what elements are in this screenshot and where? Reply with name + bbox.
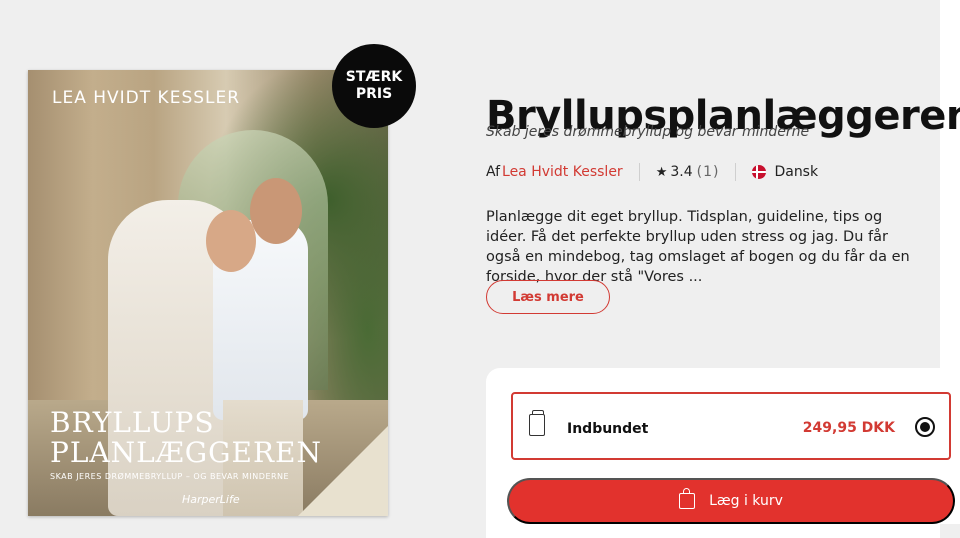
product-description: Planlægge dit eget bryllup. Tidsplan, gu… — [486, 209, 910, 285]
format-price: 249,95 DKK — [802, 420, 895, 436]
meta-divider — [735, 163, 737, 181]
cover-author: LEA HVIDT KESSLER — [52, 88, 241, 108]
cover-publisher-logo: HarperLife — [182, 493, 240, 506]
cover-groom-head — [250, 178, 302, 244]
language-label: Dansk — [774, 164, 819, 180]
danish-flag-icon — [752, 165, 767, 179]
rating-value[interactable]: 3.4 — [670, 164, 692, 180]
rating-count[interactable]: (1) — [697, 164, 720, 180]
book-cover-image: LEA HVIDT KESSLER BRYLLUPS PLANLÆGGEREN … — [28, 70, 388, 516]
product-subtitle: Skab jeres drømmebryllup og bevar minder… — [486, 124, 810, 140]
star-icon: ★ — [655, 164, 668, 180]
format-option-hardcover[interactable]: Indbundet 249,95 DKK — [511, 392, 951, 460]
add-to-cart-button[interactable]: Læg i kurv — [507, 478, 955, 524]
by-label: Af — [486, 164, 501, 180]
strong-price-badge: STÆRK PRIS — [332, 44, 416, 128]
meta-divider — [638, 163, 640, 181]
badge-line1: STÆRK — [345, 69, 403, 85]
cover-title-line2: PLANLÆGGEREN — [50, 436, 322, 469]
read-more-button[interactable]: Læs mere — [486, 280, 610, 314]
add-to-cart-label: Læg i kurv — [709, 493, 783, 509]
cover-subtitle: SKAB JERES DRØMMEBRYLLUP – OG BEVAR MIND… — [50, 472, 290, 481]
badge-line2: PRIS — [355, 86, 393, 102]
format-label: Indbundet — [567, 421, 649, 437]
book-icon — [529, 410, 545, 436]
shopping-bag-icon — [679, 488, 696, 509]
author-link[interactable]: Lea Hvidt Kessler — [502, 164, 623, 180]
cover-title-line1: BRYLLUPS — [50, 406, 215, 439]
radio-selected-icon[interactable] — [915, 417, 935, 437]
product-meta: Af Lea Hvidt Kessler ★ 3.4 (1) Dansk — [486, 162, 818, 182]
cover-bride-head — [206, 210, 256, 272]
